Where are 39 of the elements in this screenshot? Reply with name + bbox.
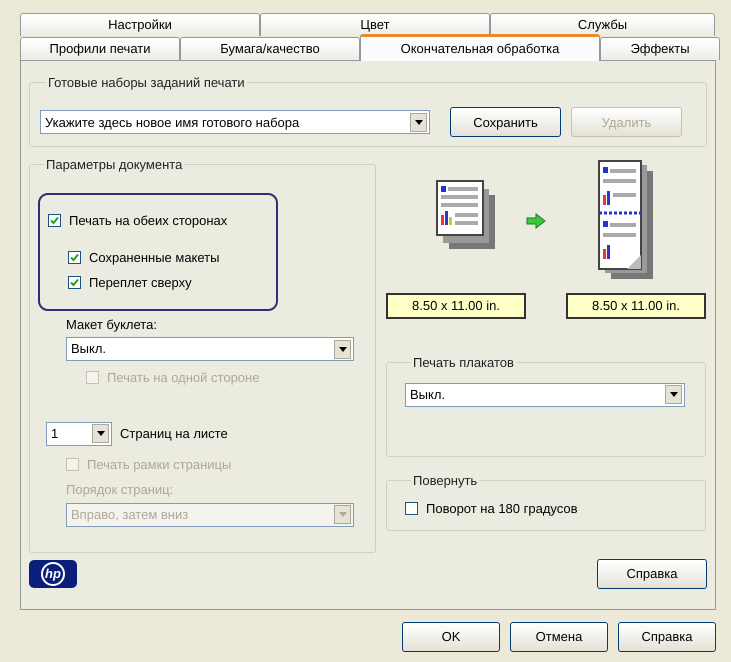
tab[interactable]: Цвет <box>260 13 490 36</box>
dropdown[interactable]: Выкл. <box>405 382 685 406</box>
group-title: Параметры документа <box>45 156 184 174</box>
checkbox[interactable] <box>405 502 418 515</box>
group-title: Повернуть <box>412 472 478 490</box>
checkbox[interactable] <box>68 276 81 289</box>
logo: hp <box>29 560 77 588</box>
checkbox-label: Печать на одной стороне <box>107 369 260 387</box>
checkbox-label: Переплет сверху <box>89 274 192 292</box>
checkbox[interactable] <box>48 214 61 227</box>
tab[interactable]: Профили печати <box>20 37 180 60</box>
tab[interactable]: Бумага/качество <box>180 37 360 60</box>
button[interactable]: Справка <box>618 622 716 652</box>
tab[interactable]: Службы <box>490 13 715 36</box>
checkbox-label: Печать на обеих сторонах <box>69 212 228 230</box>
button[interactable]: Сохранить <box>450 107 561 138</box>
group-title: Готовые наборы заданий печати <box>47 74 246 92</box>
checkbox-label: Печать рамки страницы <box>87 456 232 474</box>
paper-size-label: 8.50 x 11.00 in. <box>386 293 526 319</box>
arrow-right-icon <box>526 213 546 229</box>
paper-size-label: 8.50 x 11.00 in. <box>566 293 706 319</box>
tab[interactable]: Окончательная обработка <box>360 34 600 61</box>
checkbox-label: Сохраненные макеты <box>89 249 220 267</box>
checkbox-label: Поворот на 180 градусов <box>426 500 578 518</box>
button[interactable]: Справка <box>597 559 707 589</box>
tab[interactable]: Эффекты <box>600 37 720 60</box>
button[interactable]: Отмена <box>510 622 608 652</box>
dropdown[interactable]: 1 <box>46 422 112 446</box>
field-label: Порядок страниц: <box>66 481 174 499</box>
document-stack-icon <box>435 179 497 251</box>
group-title: Печать плакатов <box>412 354 515 372</box>
field-label: Страниц на листе <box>120 424 228 443</box>
field-label: Макет буклета: <box>66 316 158 334</box>
checkbox[interactable] <box>68 251 81 264</box>
button[interactable]: OK <box>402 622 500 652</box>
dropdown[interactable]: Выкл. <box>66 337 354 361</box>
dropdown[interactable]: Укажите здесь новое имя готового набора <box>40 110 430 134</box>
tab[interactable]: Настройки <box>20 13 260 36</box>
booklet-icon <box>597 159 655 281</box>
